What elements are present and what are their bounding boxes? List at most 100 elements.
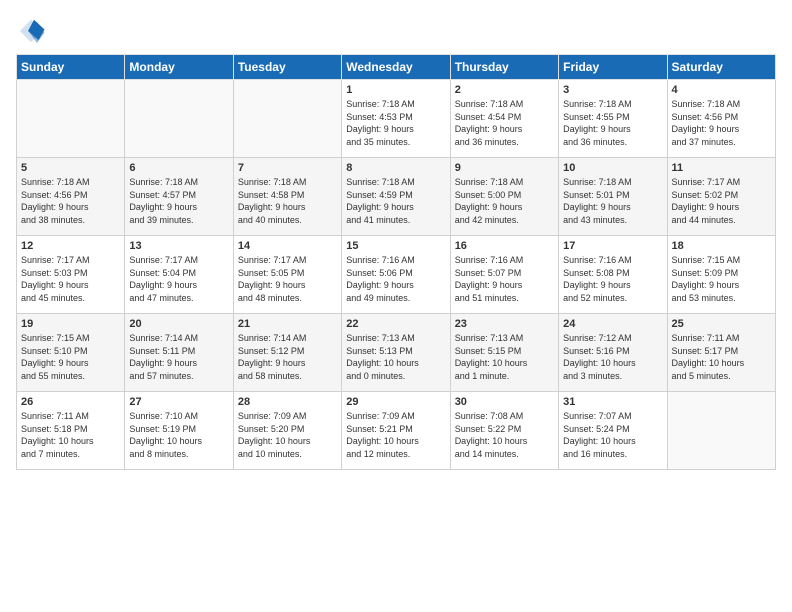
- day-number: 20: [129, 318, 228, 330]
- day-info: Sunrise: 7:18 AM Sunset: 4:53 PM Dayligh…: [346, 98, 445, 148]
- day-info: Sunrise: 7:18 AM Sunset: 5:01 PM Dayligh…: [563, 176, 662, 226]
- calendar-cell: [17, 80, 125, 158]
- calendar-cell: 20 Sunrise: 7:14 AM Sunset: 5:11 PM Dayli…: [125, 314, 233, 392]
- calendar-cell: 9Sunrise: 7:18 AM Sunset: 5:00 PM Daylig…: [450, 158, 558, 236]
- calendar-cell: 23Sunrise: 7:13 AM Sunset: 5:15 PM Dayli…: [450, 314, 558, 392]
- day-number: 19: [21, 318, 120, 330]
- day-number: 9: [455, 162, 554, 174]
- day-number: 10: [563, 162, 662, 174]
- calendar-week-row: 12 Sunrise: 7:17 AM Sunset: 5:03 PM Dayli…: [17, 236, 776, 314]
- day-info: Sunrise: 7:18 AM Sunset: 4:59 PM Dayligh…: [346, 176, 445, 226]
- calendar-week-row: 19 Sunrise: 7:15 AM Sunset: 5:10 PM Dayli…: [17, 314, 776, 392]
- calendar-cell: 6 Sunrise: 7:18 AM Sunset: 4:57 PM Daylig…: [125, 158, 233, 236]
- day-number: 22: [346, 318, 445, 330]
- day-number: 21: [238, 318, 337, 330]
- day-info: Sunrise: 7:18 AM Sunset: 4:56 PM Dayligh…: [21, 176, 120, 226]
- page-container: SundayMondayTuesdayWednesdayThursdayFrid…: [0, 0, 792, 612]
- day-number: 14: [238, 240, 337, 252]
- calendar-cell: [233, 80, 341, 158]
- day-info: Sunrise: 7:17 AM Sunset: 5:05 PM Dayligh…: [238, 254, 337, 304]
- calendar-cell: [667, 392, 775, 470]
- day-info: Sunrise: 7:12 AM Sunset: 5:16 PM Dayligh…: [563, 332, 662, 382]
- calendar-day-header: Monday: [125, 55, 233, 80]
- day-info: Sunrise: 7:18 AM Sunset: 4:55 PM Dayligh…: [563, 98, 662, 148]
- day-number: 2: [455, 84, 554, 96]
- day-number: 12: [21, 240, 120, 252]
- calendar-cell: 19 Sunrise: 7:15 AM Sunset: 5:10 PM Dayli…: [17, 314, 125, 392]
- calendar-header-row: SundayMondayTuesdayWednesdayThursdayFrid…: [17, 55, 776, 80]
- calendar-cell: 28Sunrise: 7:09 AM Sunset: 5:20 PM Dayli…: [233, 392, 341, 470]
- day-info: Sunrise: 7:14 AM Sunset: 5:11 PM Dayligh…: [129, 332, 228, 382]
- day-number: 11: [672, 162, 771, 174]
- day-number: 29: [346, 396, 445, 408]
- day-number: 25: [672, 318, 771, 330]
- calendar-cell: 27Sunrise: 7:10 AM Sunset: 5:19 PM Dayli…: [125, 392, 233, 470]
- calendar-cell: 7 Sunrise: 7:18 AM Sunset: 4:58 PM Daylig…: [233, 158, 341, 236]
- day-number: 5: [21, 162, 120, 174]
- day-info: Sunrise: 7:18 AM Sunset: 4:58 PM Dayligh…: [238, 176, 337, 226]
- day-number: 6: [129, 162, 228, 174]
- calendar-cell: 14 Sunrise: 7:17 AM Sunset: 5:05 PM Dayli…: [233, 236, 341, 314]
- calendar-cell: 17 Sunrise: 7:16 AM Sunset: 5:08 PM Dayli…: [559, 236, 667, 314]
- day-info: Sunrise: 7:16 AM Sunset: 5:08 PM Dayligh…: [563, 254, 662, 304]
- day-number: 4: [672, 84, 771, 96]
- day-number: 30: [455, 396, 554, 408]
- day-number: 17: [563, 240, 662, 252]
- day-number: 23: [455, 318, 554, 330]
- calendar-day-header: Wednesday: [342, 55, 450, 80]
- day-number: 8: [346, 162, 445, 174]
- day-info: Sunrise: 7:09 AM Sunset: 5:21 PM Dayligh…: [346, 410, 445, 460]
- day-number: 3: [563, 84, 662, 96]
- calendar-week-row: 5 Sunrise: 7:18 AM Sunset: 4:56 PM Daylig…: [17, 158, 776, 236]
- page-header: [16, 16, 776, 46]
- day-info: Sunrise: 7:18 AM Sunset: 4:56 PM Dayligh…: [672, 98, 771, 148]
- day-number: 31: [563, 396, 662, 408]
- calendar-day-header: Friday: [559, 55, 667, 80]
- day-info: Sunrise: 7:13 AM Sunset: 5:13 PM Dayligh…: [346, 332, 445, 382]
- calendar-cell: 13Sunrise: 7:17 AM Sunset: 5:04 PM Dayli…: [125, 236, 233, 314]
- calendar-cell: 25 Sunrise: 7:11 AM Sunset: 5:17 PM Dayli…: [667, 314, 775, 392]
- calendar-cell: 29 Sunrise: 7:09 AM Sunset: 5:21 PM Dayli…: [342, 392, 450, 470]
- calendar-cell: 1 Sunrise: 7:18 AM Sunset: 4:53 PM Daylig…: [342, 80, 450, 158]
- day-info: Sunrise: 7:15 AM Sunset: 5:10 PM Dayligh…: [21, 332, 120, 382]
- calendar-cell: 10 Sunrise: 7:18 AM Sunset: 5:01 PM Dayli…: [559, 158, 667, 236]
- calendar-cell: 5 Sunrise: 7:18 AM Sunset: 4:56 PM Daylig…: [17, 158, 125, 236]
- calendar-table: SundayMondayTuesdayWednesdayThursdayFrid…: [16, 54, 776, 470]
- day-number: 16: [455, 240, 554, 252]
- calendar-day-header: Sunday: [17, 55, 125, 80]
- calendar-day-header: Tuesday: [233, 55, 341, 80]
- calendar-cell: [125, 80, 233, 158]
- day-info: Sunrise: 7:08 AM Sunset: 5:22 PM Dayligh…: [455, 410, 554, 460]
- day-number: 15: [346, 240, 445, 252]
- calendar-cell: 31 Sunrise: 7:07 AM Sunset: 5:24 PM Dayli…: [559, 392, 667, 470]
- day-info: Sunrise: 7:17 AM Sunset: 5:04 PM Dayligh…: [129, 254, 228, 304]
- calendar-cell: 16Sunrise: 7:16 AM Sunset: 5:07 PM Dayli…: [450, 236, 558, 314]
- day-number: 26: [21, 396, 120, 408]
- calendar-cell: 24 Sunrise: 7:12 AM Sunset: 5:16 PM Dayli…: [559, 314, 667, 392]
- calendar-cell: 3 Sunrise: 7:18 AM Sunset: 4:55 PM Daylig…: [559, 80, 667, 158]
- day-number: 18: [672, 240, 771, 252]
- logo: [16, 16, 50, 46]
- day-info: Sunrise: 7:16 AM Sunset: 5:06 PM Dayligh…: [346, 254, 445, 304]
- calendar-week-row: 1 Sunrise: 7:18 AM Sunset: 4:53 PM Daylig…: [17, 80, 776, 158]
- day-info: Sunrise: 7:17 AM Sunset: 5:03 PM Dayligh…: [21, 254, 120, 304]
- day-number: 7: [238, 162, 337, 174]
- day-info: Sunrise: 7:10 AM Sunset: 5:19 PM Dayligh…: [129, 410, 228, 460]
- calendar-week-row: 26Sunrise: 7:11 AM Sunset: 5:18 PM Dayli…: [17, 392, 776, 470]
- day-info: Sunrise: 7:15 AM Sunset: 5:09 PM Dayligh…: [672, 254, 771, 304]
- day-info: Sunrise: 7:07 AM Sunset: 5:24 PM Dayligh…: [563, 410, 662, 460]
- day-info: Sunrise: 7:11 AM Sunset: 5:17 PM Dayligh…: [672, 332, 771, 382]
- calendar-cell: 22 Sunrise: 7:13 AM Sunset: 5:13 PM Dayli…: [342, 314, 450, 392]
- day-info: Sunrise: 7:17 AM Sunset: 5:02 PM Dayligh…: [672, 176, 771, 226]
- calendar-cell: 12 Sunrise: 7:17 AM Sunset: 5:03 PM Dayli…: [17, 236, 125, 314]
- calendar-cell: 4 Sunrise: 7:18 AM Sunset: 4:56 PM Daylig…: [667, 80, 775, 158]
- calendar-cell: 11 Sunrise: 7:17 AM Sunset: 5:02 PM Dayli…: [667, 158, 775, 236]
- day-number: 1: [346, 84, 445, 96]
- day-info: Sunrise: 7:14 AM Sunset: 5:12 PM Dayligh…: [238, 332, 337, 382]
- logo-icon: [16, 16, 46, 46]
- day-info: Sunrise: 7:18 AM Sunset: 4:57 PM Dayligh…: [129, 176, 228, 226]
- calendar-cell: 8 Sunrise: 7:18 AM Sunset: 4:59 PM Daylig…: [342, 158, 450, 236]
- day-number: 24: [563, 318, 662, 330]
- calendar-day-header: Saturday: [667, 55, 775, 80]
- day-info: Sunrise: 7:18 AM Sunset: 4:54 PM Dayligh…: [455, 98, 554, 148]
